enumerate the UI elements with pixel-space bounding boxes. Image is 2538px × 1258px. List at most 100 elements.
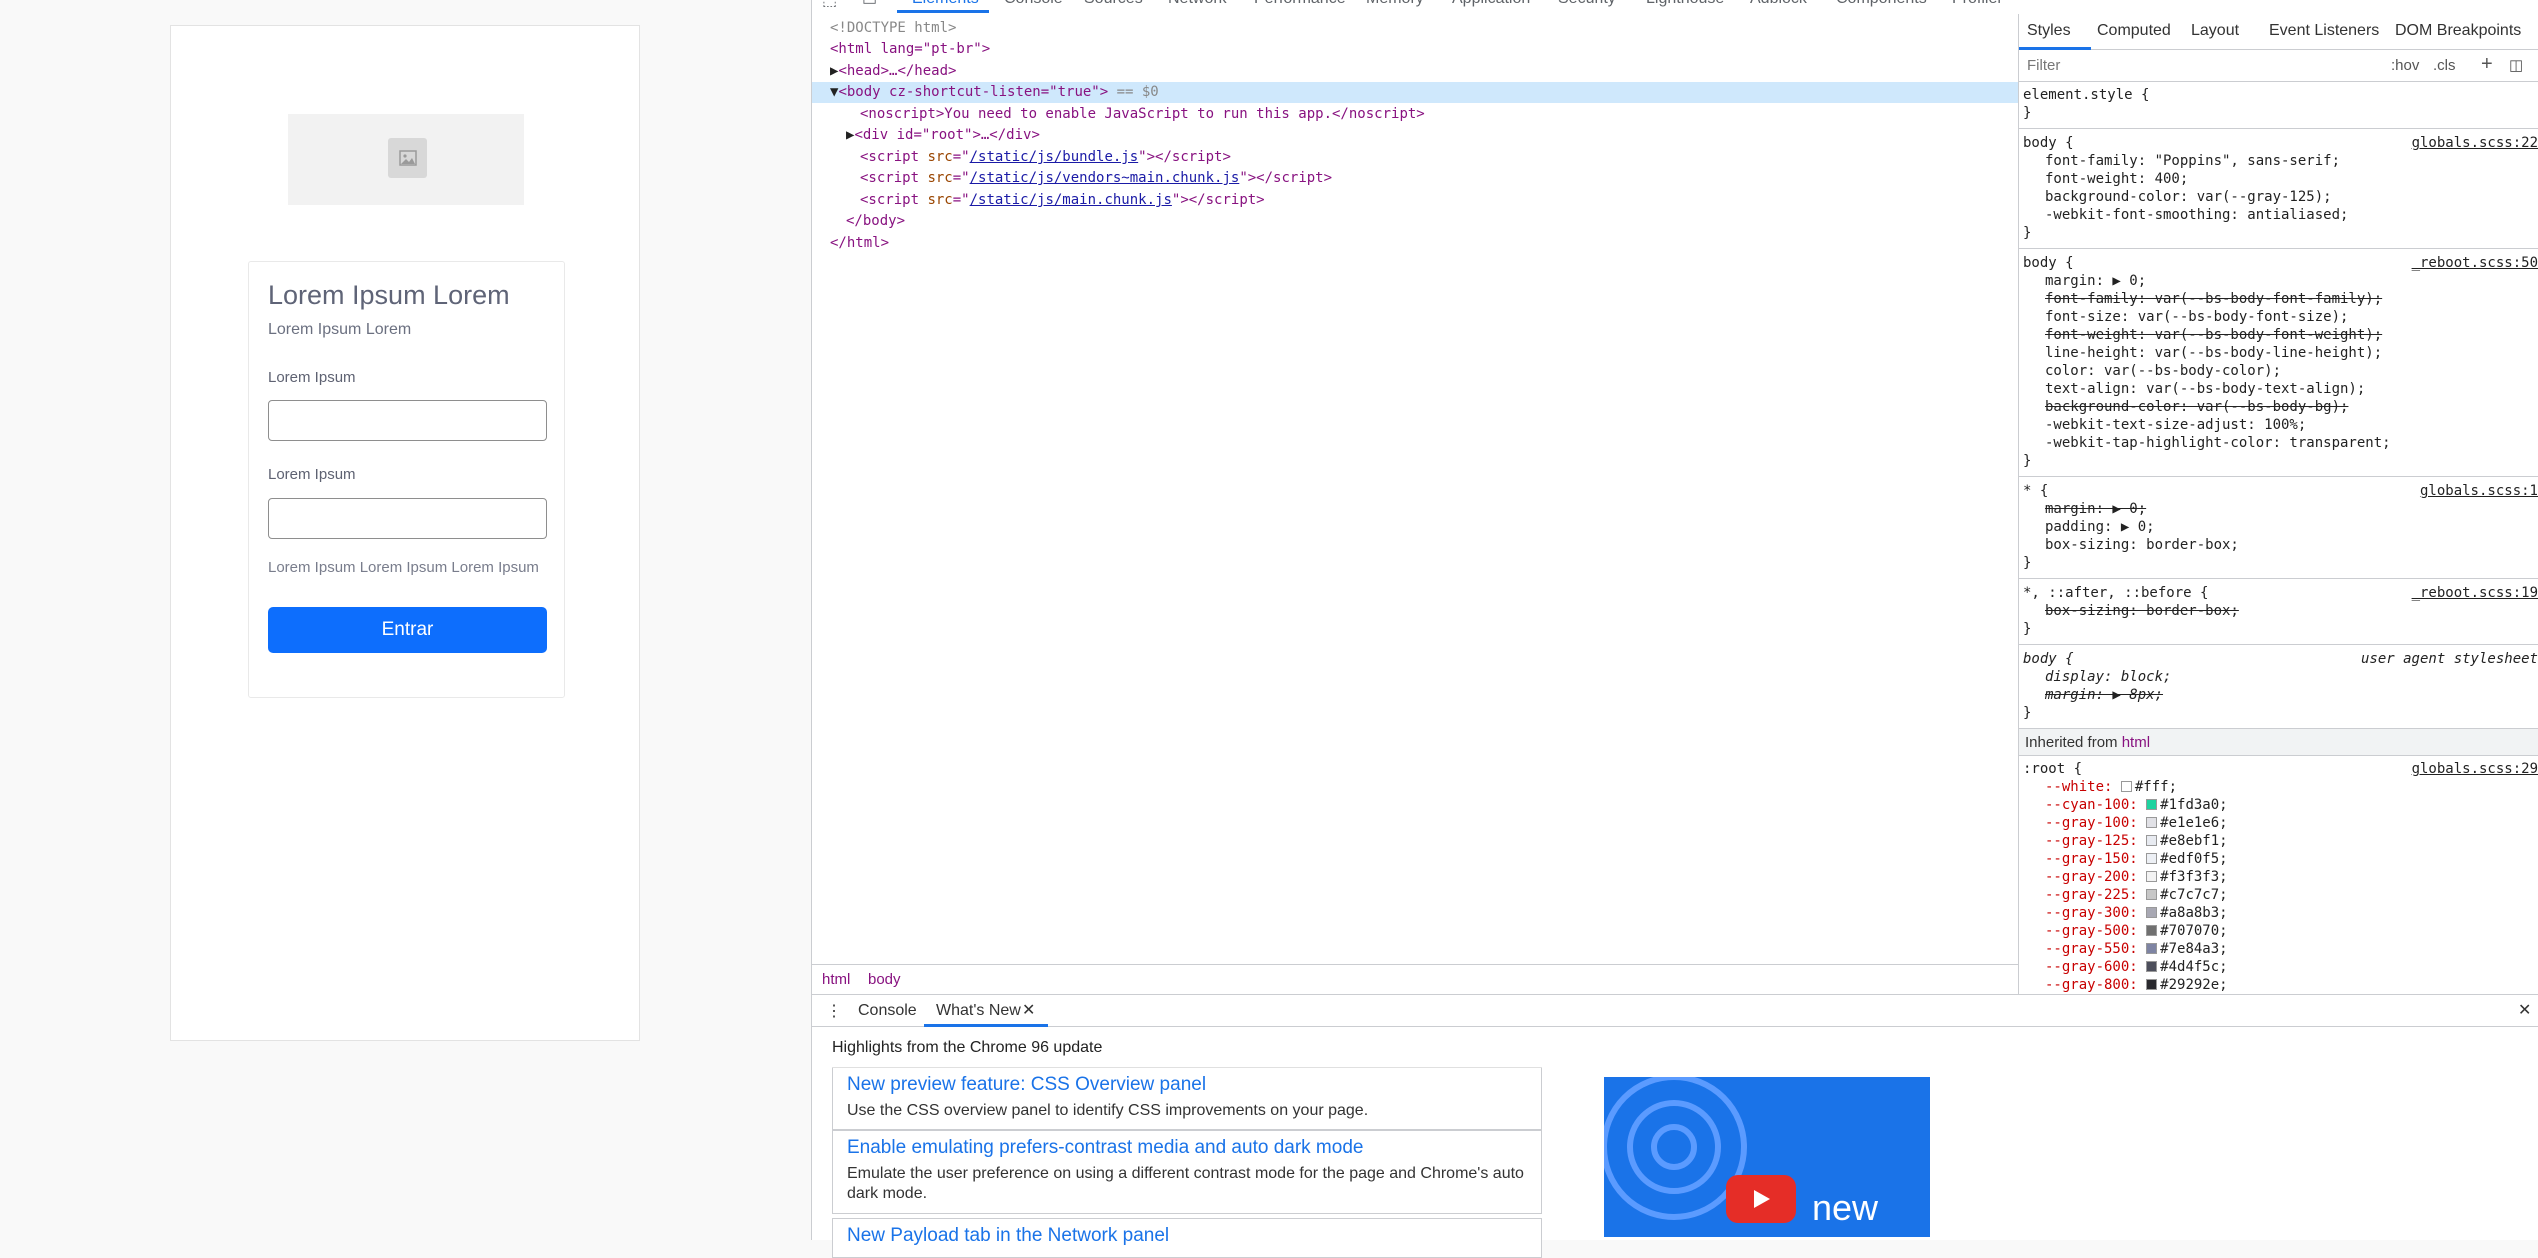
rule-pseudo[interactable]: *, ::after, ::before {_reboot.scss:19	[2019, 584, 2538, 602]
rule-source-link[interactable]: _reboot.scss:50	[2412, 254, 2538, 272]
tab-sources[interactable]: Sources	[1084, 0, 1143, 8]
css-prop[interactable]: font-size: var(--bs-body-font-size);	[2019, 308, 2538, 326]
rule-source-link[interactable]: globals.scss:22	[2412, 134, 2538, 152]
color-swatch-icon[interactable]	[2146, 907, 2158, 918]
css-prop-overridden[interactable]: font-family: var(--bs-body-font-family);	[2019, 290, 2538, 308]
css-var[interactable]: --gray-150: #edf0f5;	[2019, 850, 2538, 868]
color-swatch-icon[interactable]	[2146, 925, 2158, 936]
css-prop[interactable]: background-color: var(--gray-125);	[2019, 188, 2538, 206]
dom-root-div[interactable]: ▶<div id="root">…</div>	[812, 125, 2018, 146]
dom-body[interactable]: ▼<body cz-shortcut-listen="true"> == $0	[812, 82, 2018, 103]
css-prop[interactable]: -webkit-tap-highlight-color: transparent…	[2019, 434, 2538, 452]
drawer-tab-console[interactable]: Console	[858, 1002, 917, 1020]
submit-button[interactable]: Entrar	[268, 607, 547, 653]
color-swatch-icon[interactable]	[2146, 799, 2158, 810]
forgot-link[interactable]: Lorem Ipsum Lorem Ipsum Lorem Ipsum	[268, 559, 539, 576]
tab-components[interactable]: Components	[1836, 0, 1927, 8]
add-rule-icon[interactable]: +	[2481, 53, 2493, 76]
inspect-icon[interactable]: ⬚	[822, 0, 837, 10]
tab-network[interactable]: Network	[1168, 0, 1227, 8]
css-prop-overridden[interactable]: box-sizing: border-box;	[2019, 602, 2538, 620]
css-prop[interactable]: color: var(--bs-body-color);	[2019, 362, 2538, 380]
tab-dom-breakpoints[interactable]: DOM Breakpoints	[2395, 22, 2521, 40]
color-swatch-icon[interactable]	[2146, 817, 2158, 828]
css-var[interactable]: --cyan-100: #1fd3a0;	[2019, 796, 2538, 814]
css-var[interactable]: --gray-225: #c7c7c7;	[2019, 886, 2538, 904]
rule-source-link[interactable]: globals.scss:1	[2420, 482, 2538, 500]
rule-source-link[interactable]: globals.scss:29	[2412, 760, 2538, 778]
css-prop[interactable]: line-height: var(--bs-body-line-height);	[2019, 344, 2538, 362]
tab-performance[interactable]: Performance	[1254, 0, 1346, 8]
drawer-tab-whats-new[interactable]: What's New	[936, 1002, 1021, 1020]
css-prop[interactable]: text-align: var(--bs-body-text-align);	[2019, 380, 2538, 398]
tab-memory[interactable]: Memory	[1366, 0, 1424, 8]
color-swatch-icon[interactable]	[2146, 835, 2158, 846]
color-swatch-icon[interactable]	[2146, 979, 2158, 990]
tab-styles[interactable]: Styles	[2027, 22, 2071, 40]
css-var[interactable]: --gray-125: #e8ebf1;	[2019, 832, 2538, 850]
rule-root[interactable]: :root {globals.scss:29	[2019, 760, 2538, 778]
css-prop[interactable]: padding: ▶ 0;	[2019, 518, 2538, 536]
crumb-html[interactable]: html	[822, 971, 850, 988]
field2-input[interactable]	[268, 498, 547, 539]
dom-script-1[interactable]: <script src="/static/js/bundle.js"></scr…	[812, 147, 2018, 168]
color-swatch-icon[interactable]	[2120, 781, 2132, 792]
close-drawer-icon[interactable]: ✕	[2518, 1000, 2531, 1020]
filter-input[interactable]: Filter	[2027, 57, 2060, 74]
dom-body-close[interactable]: </body>	[812, 211, 2018, 232]
whats-new-title[interactable]: Enable emulating prefers-contrast media …	[847, 1137, 1363, 1159]
css-var[interactable]: --gray-600: #4d4f5c;	[2019, 958, 2538, 976]
sidebar-toggle-icon[interactable]: ◫	[2509, 56, 2523, 74]
css-var[interactable]: --gray-200: #f3f3f3;	[2019, 868, 2538, 886]
tab-computed[interactable]: Computed	[2097, 22, 2171, 40]
css-prop[interactable]: -webkit-font-smoothing: antialiased;	[2019, 206, 2538, 224]
css-var[interactable]: --gray-500: #707070;	[2019, 922, 2538, 940]
tab-security[interactable]: Security	[1558, 0, 1616, 8]
rule-user-agent[interactable]: body {user agent stylesheet	[2019, 650, 2538, 668]
whats-new-title[interactable]: New Payload tab in the Network panel	[847, 1225, 1169, 1247]
field1-input[interactable]	[268, 400, 547, 441]
list-item[interactable]: New Payload tab in the Network panel	[832, 1218, 1542, 1258]
whats-new-title[interactable]: New preview feature: CSS Overview panel	[847, 1074, 1206, 1096]
css-prop-overridden[interactable]: background-color: var(--bs-body-bg);	[2019, 398, 2538, 416]
css-prop[interactable]: font-weight: 400;	[2019, 170, 2538, 188]
rule-universal[interactable]: * {globals.scss:1	[2019, 482, 2538, 500]
list-item[interactable]: Enable emulating prefers-contrast media …	[832, 1130, 1542, 1214]
tab-lighthouse[interactable]: Lighthouse	[1646, 0, 1724, 8]
css-var[interactable]: --gray-300: #a8a8b3;	[2019, 904, 2538, 922]
dom-noscript[interactable]: <noscript>You need to enable JavaScript …	[812, 104, 2018, 125]
tab-layout[interactable]: Layout	[2191, 22, 2239, 40]
drawer-menu-icon[interactable]: ⋮	[826, 1001, 842, 1021]
play-icon[interactable]	[1726, 1175, 1796, 1223]
tab-console[interactable]: Console	[1004, 0, 1063, 8]
color-swatch-icon[interactable]	[2146, 943, 2158, 954]
dom-html[interactable]: <html lang="pt-br">	[812, 39, 2018, 60]
video-thumbnail[interactable]: new	[1604, 1077, 1930, 1237]
rule-body-reboot[interactable]: body {_reboot.scss:50	[2019, 254, 2538, 272]
css-var[interactable]: --gray-550: #7e84a3;	[2019, 940, 2538, 958]
css-var[interactable]: --white: #fff;	[2019, 778, 2538, 796]
dom-script-2[interactable]: <script src="/static/js/vendors~main.chu…	[812, 168, 2018, 189]
css-var[interactable]: --gray-100: #e1e1e6;	[2019, 814, 2538, 832]
tab-adblock[interactable]: Adblock	[1750, 0, 1807, 8]
rule-element-style[interactable]: element.style {	[2019, 86, 2538, 104]
device-icon[interactable]: ▭	[862, 0, 877, 10]
close-icon[interactable]: ✕	[1022, 1000, 1035, 1020]
tab-event-listeners[interactable]: Event Listeners	[2269, 22, 2379, 40]
rule-body-globals[interactable]: body {globals.scss:22	[2019, 134, 2538, 152]
dom-script-3[interactable]: <script src="/static/js/main.chunk.js"><…	[812, 190, 2018, 211]
hov-toggle[interactable]: :hov	[2391, 57, 2419, 74]
color-swatch-icon[interactable]	[2146, 961, 2158, 972]
tab-profiler[interactable]: Profiler	[1952, 0, 2003, 8]
css-prop[interactable]: margin: ▶ 0;	[2019, 272, 2538, 290]
tab-application[interactable]: Application	[1452, 0, 1530, 8]
css-prop[interactable]: box-sizing: border-box;	[2019, 536, 2538, 554]
css-prop[interactable]: font-family: "Poppins", sans-serif;	[2019, 152, 2538, 170]
color-swatch-icon[interactable]	[2146, 889, 2158, 900]
color-swatch-icon[interactable]	[2146, 871, 2158, 882]
dom-head[interactable]: ▶<head>…</head>	[812, 61, 2018, 82]
css-var[interactable]: --gray-800: #29292e;	[2019, 976, 2538, 994]
tab-elements[interactable]: Elements	[912, 0, 979, 8]
list-item[interactable]: New preview feature: CSS Overview panel …	[832, 1068, 1542, 1130]
dom-doctype[interactable]: <!DOCTYPE html>	[812, 18, 2018, 39]
